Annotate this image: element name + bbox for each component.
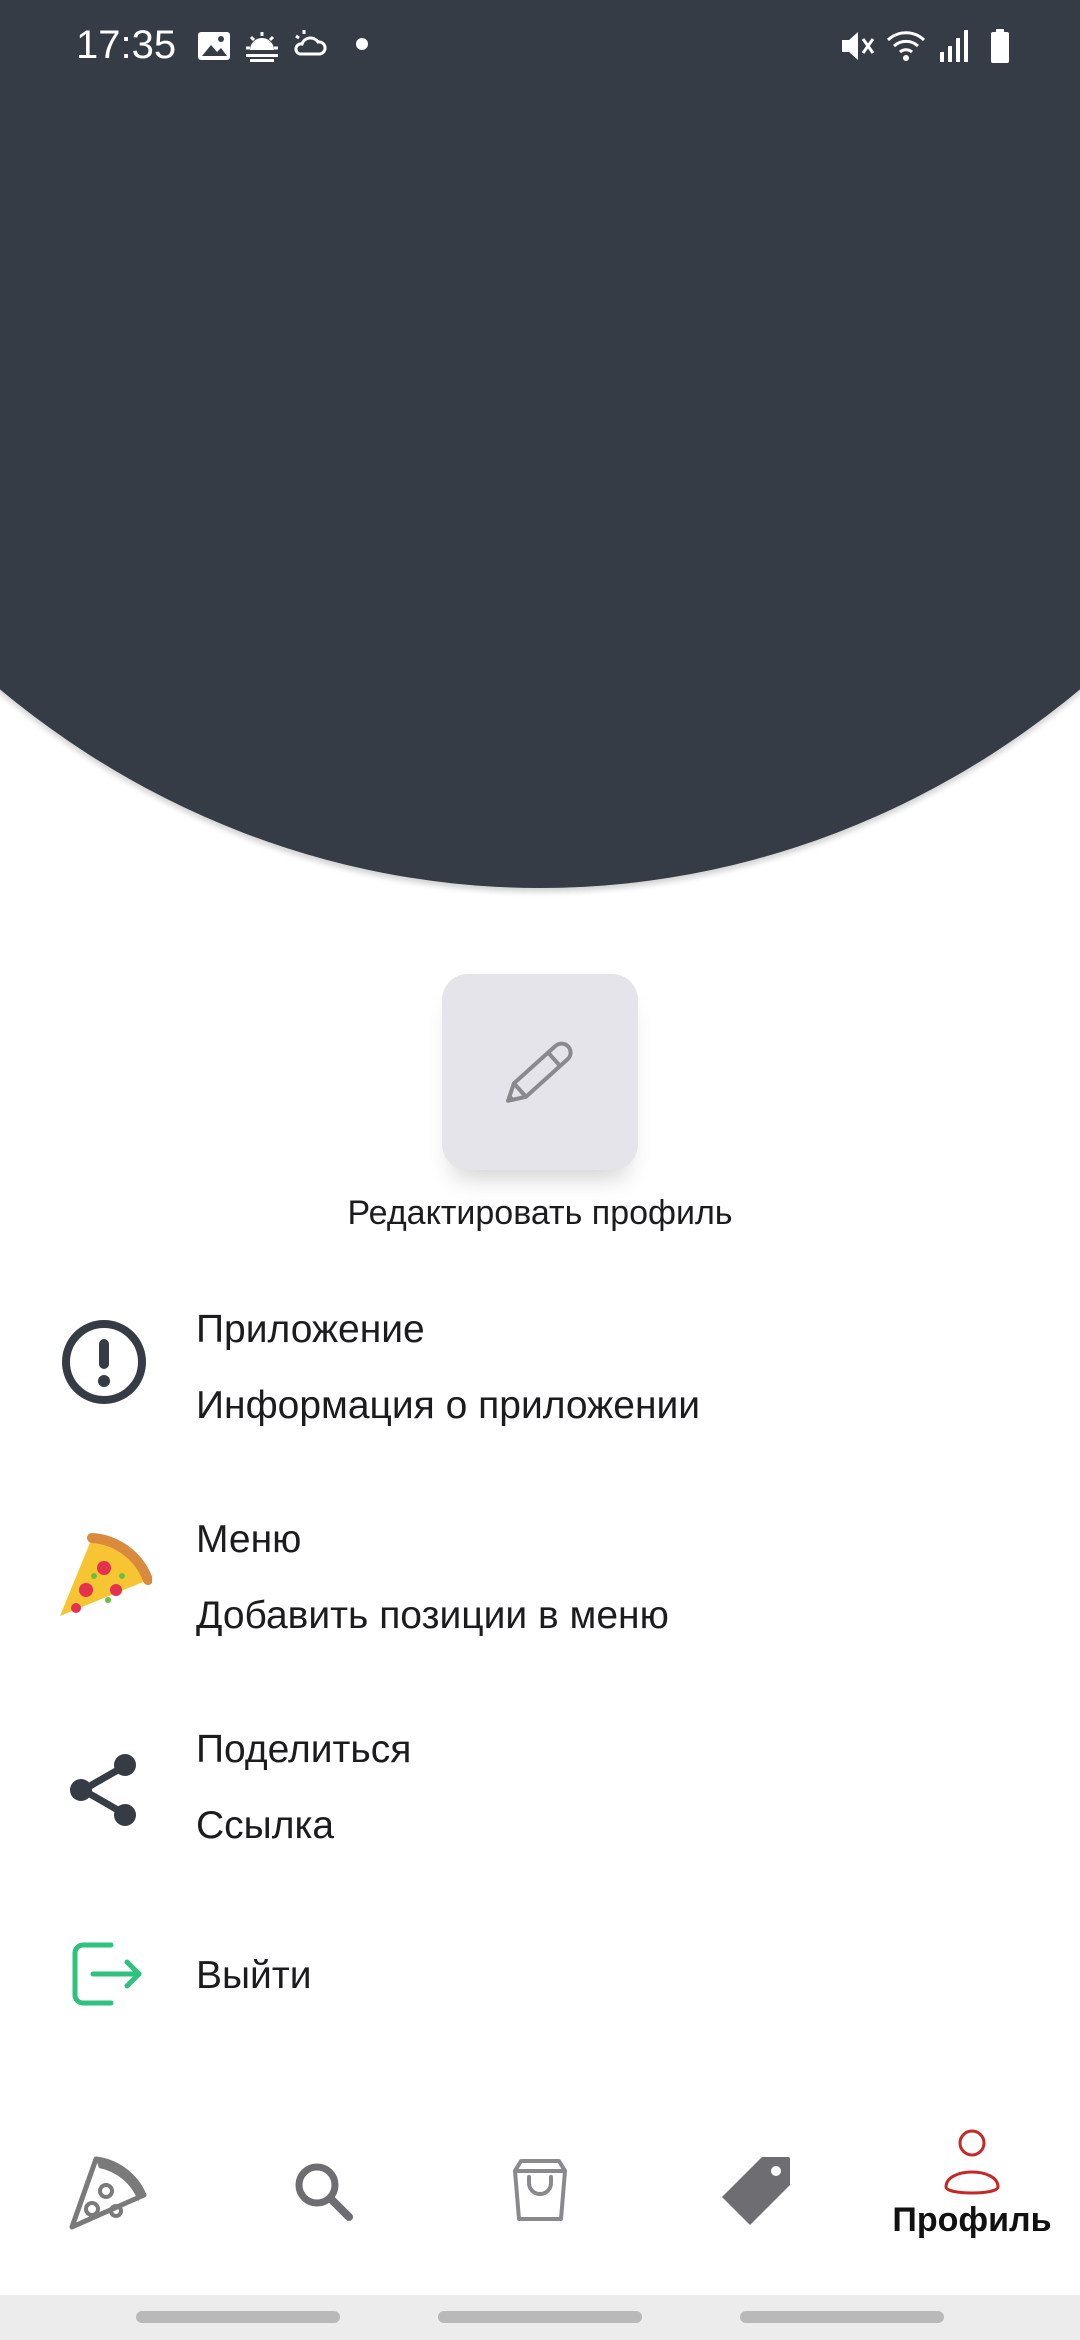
- system-navigation-bar: [0, 2295, 1080, 2340]
- back-button[interactable]: [740, 2311, 944, 2323]
- image-icon: [194, 26, 234, 66]
- menu-item-share[interactable]: Поделиться Ссылка: [0, 1720, 1080, 1870]
- tab-cart[interactable]: [432, 2095, 648, 2295]
- home-button[interactable]: [438, 2311, 642, 2323]
- bottom-navigation: Профиль: [0, 2095, 1080, 2295]
- status-bar: 17:35: [0, 0, 1080, 90]
- recent-apps-button[interactable]: [136, 2311, 340, 2323]
- battery-icon: [980, 26, 1020, 66]
- tag-icon: [722, 2157, 790, 2225]
- search-icon: [295, 2163, 353, 2221]
- menu-item-subtitle: Информация о приложении: [196, 1384, 701, 1427]
- mute-icon: [838, 26, 878, 66]
- menu-item-subtitle: Ссылка: [196, 1804, 335, 1847]
- tab-promotions[interactable]: [648, 2095, 864, 2295]
- logout-icon: [56, 1926, 152, 2022]
- tab-profile[interactable]: Профиль: [864, 2095, 1080, 2295]
- dot-icon: [348, 26, 388, 66]
- edit-profile-button[interactable]: [442, 974, 638, 1170]
- tab-menu[interactable]: [0, 2095, 216, 2295]
- menu-item-subtitle: Добавить позиции в меню: [196, 1594, 669, 1637]
- shopping-bag-icon: [513, 2159, 567, 2221]
- edit-profile-label[interactable]: Редактировать профиль: [0, 1194, 1080, 1233]
- menu-item-logout[interactable]: Выйти: [0, 1920, 1080, 2030]
- pizza-slice-icon: [69, 2156, 147, 2230]
- info-icon: [56, 1314, 152, 1410]
- sunrise-icon: [242, 26, 282, 66]
- user-icon: [944, 2129, 1000, 2195]
- header-ellipse: [0, 0, 1080, 888]
- menu-item-menu[interactable]: Меню Добавить позиции в меню: [0, 1510, 1080, 1660]
- profile-header-background: [0, 0, 1080, 900]
- pizza-icon: [56, 1524, 152, 1620]
- pencil-icon: [506, 1041, 573, 1103]
- share-icon: [56, 1742, 152, 1838]
- status-time: 17:35: [76, 23, 177, 67]
- tab-search[interactable]: [216, 2095, 432, 2295]
- menu-item-title: Приложение: [196, 1308, 425, 1351]
- weather-icon: [290, 26, 330, 66]
- menu-item-title: Меню: [196, 1518, 302, 1561]
- menu-item-title: Выйти: [196, 1954, 312, 1997]
- menu-item-app[interactable]: Приложение Информация о приложении: [0, 1300, 1080, 1450]
- signal-icon: [934, 26, 974, 66]
- menu-item-title: Поделиться: [196, 1728, 412, 1771]
- tab-profile-label: Профиль: [892, 2201, 1052, 2239]
- wifi-icon: [886, 26, 926, 66]
